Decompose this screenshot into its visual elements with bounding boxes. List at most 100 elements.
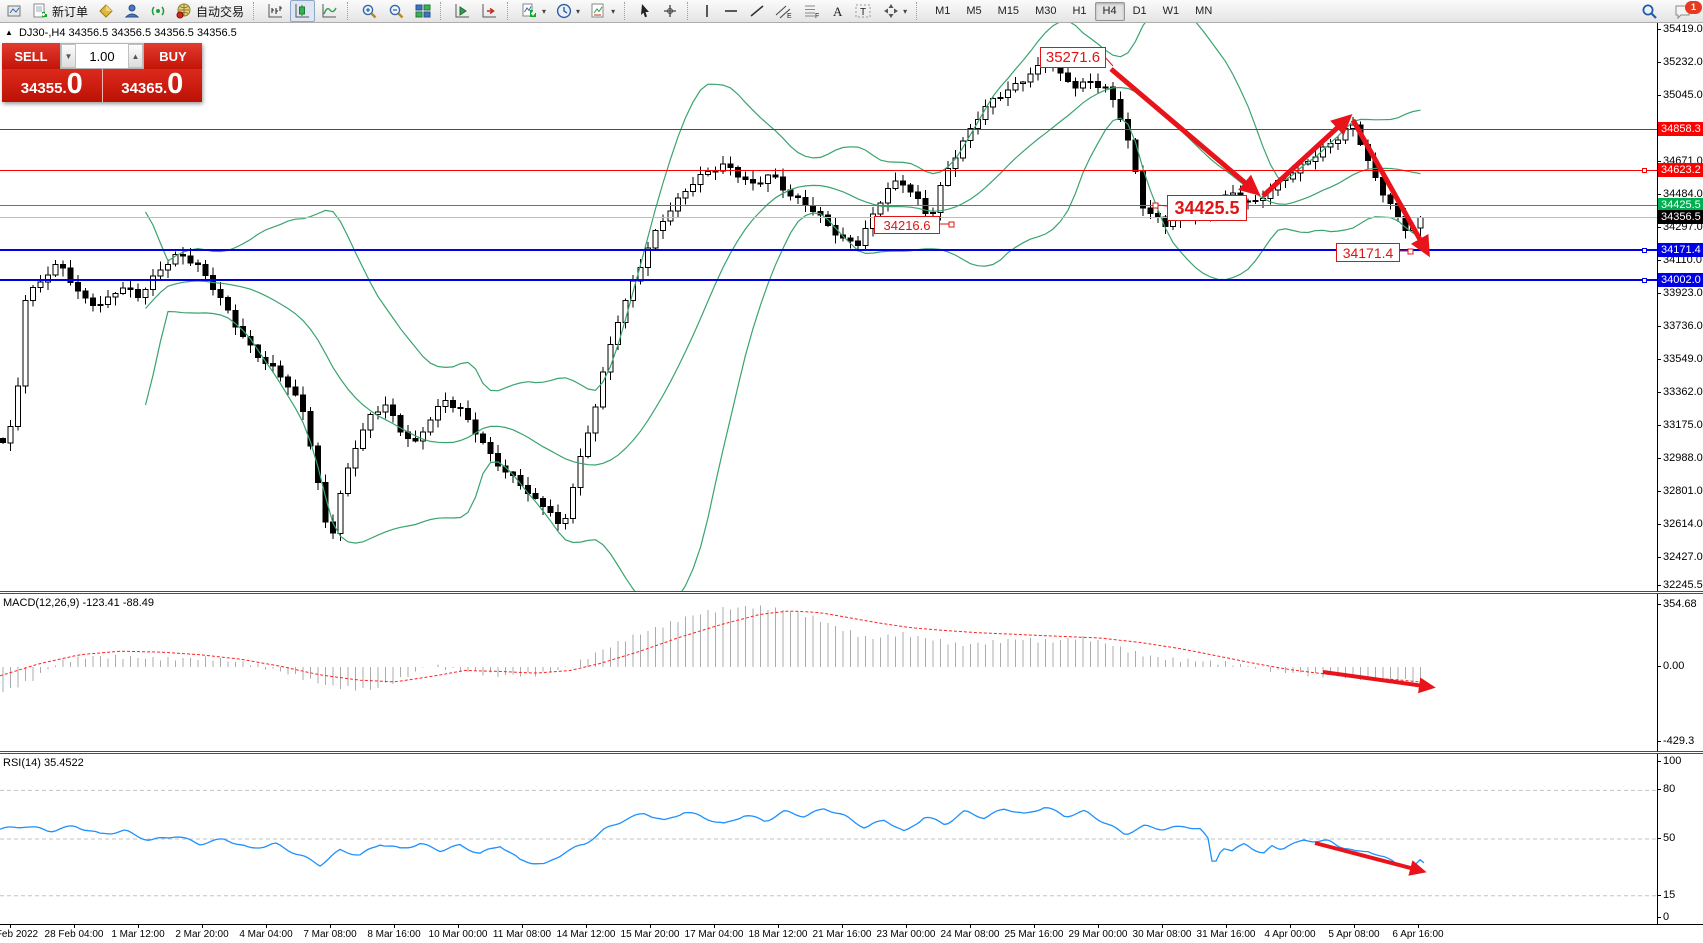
chart-header: ▲ DJ30-,H4 34356.5 34356.5 34356.5 34356…: [5, 27, 237, 39]
candle-chart-button[interactable]: [290, 0, 315, 22]
zoom-in-icon: [361, 3, 378, 20]
toolbar-separator: [687, 2, 692, 20]
fibonacci-button[interactable]: F: [799, 0, 825, 22]
volume-increase-button[interactable]: ▲: [128, 44, 143, 68]
horizontal-line-34171.4[interactable]: [0, 249, 1657, 251]
time-label: 5 Apr 08:00: [1328, 929, 1379, 940]
time-tick: [458, 925, 459, 928]
time-label: 17 Mar 04:00: [685, 929, 744, 940]
line-handle[interactable]: [1642, 248, 1647, 253]
chevron-down-icon: ▾: [611, 7, 615, 16]
timeframe-m15[interactable]: M15: [990, 2, 1027, 21]
cursor-button[interactable]: [634, 0, 656, 22]
text-button[interactable]: A: [827, 0, 849, 22]
signals-button[interactable]: [146, 0, 170, 22]
time-tick: [394, 925, 395, 928]
horizontal-line-34623.2[interactable]: [0, 170, 1657, 171]
horizontal-line-34002.0[interactable]: [0, 279, 1657, 281]
volume-spinner: ▼ 1.00 ▲: [60, 43, 144, 69]
timeframe-m5[interactable]: M5: [958, 2, 989, 21]
ask-price[interactable]: 34365. 0: [103, 69, 203, 102]
chart-shift-button[interactable]: [477, 0, 502, 22]
buy-button[interactable]: BUY: [144, 43, 202, 69]
contacts-button[interactable]: [120, 0, 144, 22]
periods-button[interactable]: ▾: [552, 0, 584, 22]
annotation-34425.5[interactable]: 34425.5: [1167, 195, 1247, 221]
rsi-axis[interactable]: 1008050150: [1657, 754, 1703, 924]
time-label: 18 Mar 12:00: [749, 929, 808, 940]
timeframe-d1[interactable]: D1: [1125, 2, 1155, 21]
line-handle[interactable]: [1642, 168, 1647, 173]
line-chart-button[interactable]: [317, 0, 342, 22]
text-label-button[interactable]: T: [851, 0, 877, 22]
tile-windows-button[interactable]: [411, 0, 435, 22]
main-chart-panel: ▲ DJ30-,H4 34356.5 34356.5 34356.5 34356…: [0, 23, 1703, 591]
search-icon: [1641, 3, 1658, 20]
horizontal-line-34858.3[interactable]: [0, 129, 1657, 130]
annotation-34171.4[interactable]: 34171.4: [1336, 243, 1400, 262]
volume-value[interactable]: 1.00: [76, 44, 128, 68]
line-handle[interactable]: [1642, 278, 1647, 283]
timeframe-w1[interactable]: W1: [1155, 2, 1188, 21]
indicators-icon: [521, 3, 538, 19]
annotation-35271.6[interactable]: 35271.6: [1040, 47, 1106, 68]
timeframe-h4[interactable]: H4: [1095, 2, 1125, 21]
cursor-icon: [638, 3, 652, 19]
search-button[interactable]: [1637, 1, 1662, 23]
time-label: 14 Mar 12:00: [557, 929, 616, 940]
price-axis[interactable]: 35419.035232.035045.034858.034671.034484…: [1657, 23, 1703, 591]
time-label: 1 Mar 12:00: [111, 929, 164, 940]
horizontal-line-button[interactable]: [719, 0, 743, 22]
zoom-out-button[interactable]: [384, 0, 409, 22]
crosshair-button[interactable]: [658, 0, 682, 22]
bid-price-small: 34355.: [21, 80, 67, 97]
bid-price[interactable]: 34355. 0: [2, 69, 103, 102]
auto-trading-button[interactable]: 自动交易: [172, 0, 248, 22]
crosshair-icon: [662, 3, 678, 19]
annotation-34216.6[interactable]: 34216.6: [874, 216, 940, 234]
trendline-button[interactable]: [745, 0, 769, 22]
price-tick-label: 32427.0: [1663, 551, 1703, 563]
timeframe-h1[interactable]: H1: [1064, 2, 1094, 21]
panel-splitter-macd[interactable]: [0, 591, 1703, 594]
price-line-label: 34858.3: [1658, 122, 1703, 136]
svg-text:F: F: [815, 13, 819, 19]
messages-button[interactable]: 1: [1670, 1, 1696, 23]
sell-button[interactable]: SELL: [2, 43, 60, 69]
vertical-line-button[interactable]: [697, 0, 717, 22]
auto-scroll-button[interactable]: [450, 0, 475, 22]
fibonacci-icon: F: [803, 3, 821, 19]
candle-chart-icon: [294, 3, 311, 19]
ask-price-big: 0: [167, 70, 183, 99]
time-label: 15 Mar 20:00: [621, 929, 680, 940]
zoom-in-button[interactable]: [357, 0, 382, 22]
macd-axis[interactable]: 354.680.00-429.3: [1657, 594, 1703, 751]
panel-splitter-rsi[interactable]: [0, 751, 1703, 754]
horizontal-line-34425.5[interactable]: [0, 205, 1657, 206]
time-axis[interactable]: 25 Feb 202228 Feb 04:001 Mar 12:002 Mar …: [0, 924, 1703, 943]
market-watch-button[interactable]: [94, 0, 118, 22]
text-label-icon: T: [855, 3, 873, 19]
timeframe-mn[interactable]: MN: [1187, 2, 1220, 21]
macd-chart: [0, 594, 1657, 751]
signals-icon: [150, 3, 166, 19]
time-label: 6 Apr 16:00: [1392, 929, 1443, 940]
contacts-icon: [124, 3, 140, 19]
time-tick: [1098, 925, 1099, 928]
app-logo-button[interactable]: [2, 0, 26, 22]
toolbar: 新订单自动交易▾▾▾EFAT▾M1M5M15M30H1H4D1W1MN1: [0, 0, 1703, 23]
price-tick-label: 35045.0: [1663, 89, 1703, 101]
bar-chart-button[interactable]: [263, 0, 288, 22]
indicators-button[interactable]: ▾: [517, 0, 550, 22]
toolbar-separator: [440, 2, 445, 20]
equidistant-channel-button[interactable]: E: [771, 0, 797, 22]
time-tick: [1290, 925, 1291, 928]
price-tick-label: 35419.0: [1663, 23, 1703, 35]
price-tick-label: 33736.0: [1663, 320, 1703, 332]
templates-button[interactable]: ▾: [586, 0, 619, 22]
new-order-button[interactable]: 新订单: [28, 0, 92, 22]
arrows-button[interactable]: ▾: [879, 0, 911, 22]
timeframe-m30[interactable]: M30: [1027, 2, 1064, 21]
volume-decrease-button[interactable]: ▼: [61, 44, 76, 68]
timeframe-m1[interactable]: M1: [927, 2, 958, 21]
